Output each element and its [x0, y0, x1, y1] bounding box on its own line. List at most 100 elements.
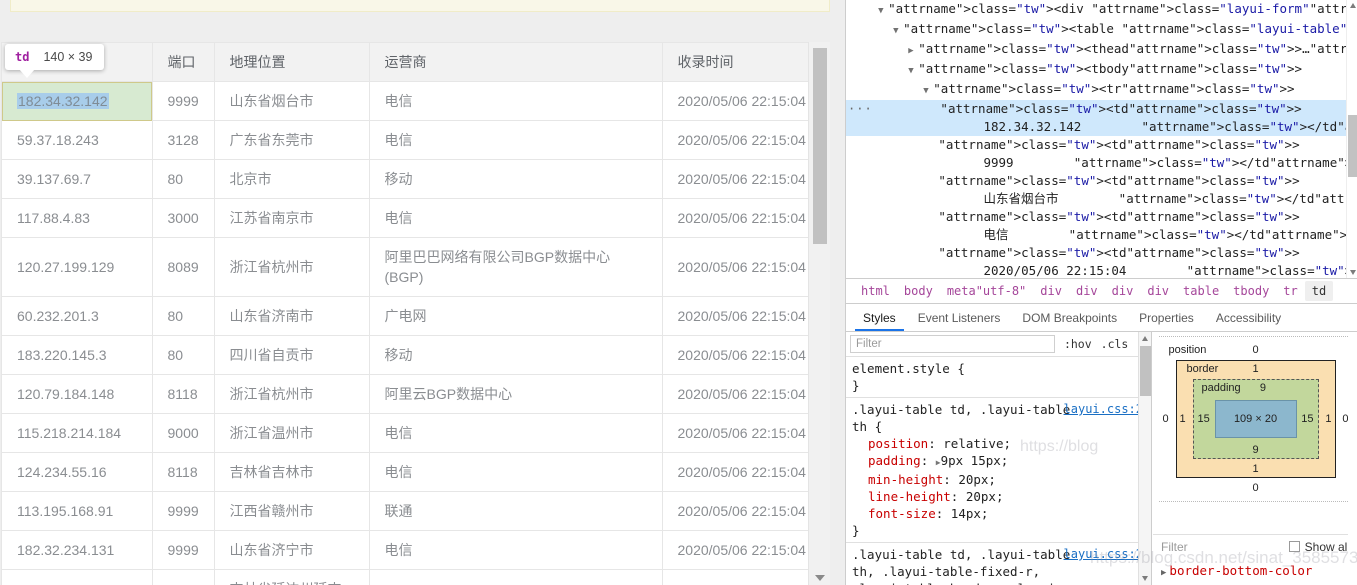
table-cell-time[interactable]: 2020/05/06 22:15:04 — [662, 237, 823, 297]
table-row[interactable]: 113.195.168.91 9999 江西省赣州市 联通 2020/05/06 22:… — [2, 491, 823, 531]
box-position-bottom[interactable]: 0 — [1252, 482, 1258, 494]
table-row[interactable]: 218.27.204.2408000吉林省延边州延吉市联通2020/05/06 … — [2, 569, 823, 585]
table-cell-ip[interactable]: 218.27.204.240 — [2, 569, 153, 585]
box-position-left[interactable]: 0 — [1163, 413, 1169, 425]
box-border-right[interactable]: 1 — [1325, 413, 1331, 425]
breadcrumb-item-9[interactable]: tr — [1276, 281, 1304, 301]
breadcrumb-item-1[interactable]: body — [897, 281, 940, 301]
table-cell-ip[interactable]: 124.234.55.16 — [2, 452, 153, 492]
css-declaration[interactable]: font-size: 14px; — [852, 505, 1151, 522]
chevron-down-icon[interactable]: ▼ — [923, 82, 933, 100]
dom-tree-line[interactable]: 182.34.32.142 "attrname">class="tw"></td… — [846, 118, 1357, 136]
table-cell-port[interactable]: 8089 — [152, 237, 215, 297]
table-cell-location[interactable]: 浙江省杭州市 — [214, 237, 370, 297]
table-cell-port[interactable]: 3128 — [152, 120, 215, 160]
dom-tree-line[interactable]: ▼ "attrname">class="tw"><table "attrname"… — [846, 20, 1357, 40]
tab-dom-breakpoints[interactable]: DOM Breakpoints — [1011, 305, 1128, 331]
box-padding-left[interactable]: 15 — [1198, 413, 1210, 425]
table-cell-port[interactable]: 8118 — [152, 374, 215, 414]
computed-property-row[interactable]: ▶ border-bottom-color — [1153, 559, 1357, 585]
show-all-checkbox[interactable] — [1288, 541, 1300, 552]
table-cell-isp[interactable]: 电信 — [369, 198, 663, 238]
table-cell-location[interactable]: 浙江省温州市 — [214, 413, 370, 453]
table-cell-location[interactable]: 吉林省延边州延吉市 — [214, 569, 370, 585]
css-property-value[interactable]: 20px; — [958, 472, 996, 487]
table-cell-ip[interactable]: 113.195.168.91 — [2, 491, 153, 531]
scroll-up-arrow-icon[interactable] — [1350, 3, 1356, 8]
chevron-down-icon[interactable]: ▼ — [878, 2, 888, 20]
box-model-content-layer[interactable]: 109 × 20 — [1214, 400, 1297, 438]
table-cell-port[interactable]: 8118 — [152, 452, 215, 492]
scrollbar-thumb[interactable] — [813, 48, 827, 244]
styles-filter-input[interactable]: Filter — [850, 335, 1055, 353]
table-cell-location[interactable]: 四川省自贡市 — [214, 335, 370, 375]
breadcrumb-item-5[interactable]: div — [1105, 281, 1141, 301]
css-property-name[interactable]: position — [868, 436, 928, 451]
table-row[interactable]: 120.79.184.148 8118 浙江省杭州市 阿里云BGP数据中心 2020/0… — [2, 374, 823, 414]
table-cell-isp[interactable]: 电信 — [369, 413, 663, 453]
table-cell-location[interactable]: 江苏省南京市 — [214, 198, 370, 238]
table-cell-isp[interactable]: 电信 — [369, 81, 663, 121]
sidebar-tab-bar[interactable]: Styles Event Listeners DOM Breakpoints Prop… — [846, 305, 1357, 332]
table-cell-isp[interactable]: 联通 — [369, 569, 663, 585]
css-property-name[interactable]: line-height — [868, 489, 951, 504]
table-cell-ip[interactable]: 59.37.18.243 — [2, 120, 153, 160]
dom-tree-line[interactable]: "attrname">class="tw"><td"attrname">clas… — [846, 208, 1357, 226]
dom-breadcrumb[interactable]: html body meta"utf-8" div div div div table tbod… — [846, 278, 1357, 304]
page-vertical-scrollbar[interactable] — [808, 42, 830, 585]
table-cell-time[interactable]: 2020/05/06 22:15:04 — [662, 452, 823, 492]
css-declaration[interactable]: position: relative; — [852, 435, 1151, 452]
dom-tree-line[interactable]: 山东省烟台市 "attrname">class="tw"></td"attrna… — [846, 190, 1357, 208]
css-source-link[interactable]: layui.css:2 — [1064, 546, 1143, 563]
table-row[interactable]: 182.34.32.142 9999 山东省烟台市 电信 2020/05/06 22:1… — [2, 81, 823, 121]
breadcrumb-item-7[interactable]: table — [1176, 281, 1226, 301]
table-cell-port[interactable]: 9999 — [152, 491, 215, 531]
table-cell-ip[interactable]: 120.27.199.129 — [2, 237, 153, 297]
table-row[interactable]: 39.137.69.7 80 北京市 移动 2020/05/06 22:15:04 — [2, 159, 823, 199]
table-cell-location[interactable]: 浙江省杭州市 — [214, 374, 370, 414]
table-row[interactable]: 182.32.234.131 9999 山东省济宁市 电信 2020/05/06 22:… — [2, 530, 823, 570]
box-border-bottom[interactable]: 1 — [1252, 463, 1258, 475]
table-cell-port[interactable]: 9999 — [152, 530, 215, 570]
css-property-name[interactable]: min-height — [868, 472, 943, 487]
breadcrumb-item-4[interactable]: div — [1069, 281, 1105, 301]
table-cell-location[interactable]: 吉林省吉林市 — [214, 452, 370, 492]
dom-tree-scrollbar[interactable] — [1346, 0, 1357, 278]
box-padding-bottom[interactable]: 9 — [1252, 444, 1258, 456]
tab-event-listeners[interactable]: Event Listeners — [907, 305, 1012, 331]
table-cell-location[interactable]: 北京市 — [214, 159, 370, 199]
table-cell-time[interactable]: 2020/05/06 22:15:04 — [662, 198, 823, 238]
breadcrumb-item-3[interactable]: div — [1033, 281, 1069, 301]
chevron-down-icon[interactable]: ▼ — [893, 22, 903, 40]
box-border-left[interactable]: 1 — [1180, 413, 1186, 425]
css-rule-block[interactable]: .layui-table td, .layui-table th {layui.… — [846, 398, 1151, 543]
scroll-down-arrow-icon[interactable] — [1350, 270, 1356, 275]
table-cell-time[interactable]: 2020/05/06 22:15:04 — [662, 81, 823, 121]
table-row[interactable]: 183.220.145.3 80 四川省自贡市 移动 2020/05/06 22:15:… — [2, 335, 823, 375]
collapsed-ellipsis-icon[interactable]: ··· — [848, 100, 873, 118]
css-selector[interactable]: element.style { — [852, 360, 1151, 377]
table-cell-time[interactable]: 2020/05/06 22:15:04 — [662, 569, 823, 585]
table-cell-location[interactable]: 山东省济宁市 — [214, 530, 370, 570]
table-cell-port[interactable]: 3000 — [152, 198, 215, 238]
table-cell-port[interactable]: 80 — [152, 296, 215, 336]
css-source-link[interactable]: layui.css:2 — [1064, 401, 1143, 418]
styles-pane-scrollbar[interactable] — [1138, 332, 1151, 585]
table-cell-port[interactable]: 8000 — [152, 569, 215, 585]
table-row[interactable]: 115.218.214.184 9000 浙江省温州市 电信 2020/05/06 22… — [2, 413, 823, 453]
table-cell-isp[interactable]: 阿里巴巴网络有限公司BGP数据中心(BGP) — [369, 237, 663, 297]
dom-tree-line[interactable]: 9999 "attrname">class="tw"></td"attrname… — [846, 154, 1357, 172]
dom-tree-line[interactable]: ··· "attrname">class="tw"><td"attrname">… — [846, 100, 1357, 118]
breadcrumb-item-0[interactable]: html — [854, 281, 897, 301]
breadcrumb-item-10[interactable]: td — [1304, 281, 1334, 301]
scroll-up-arrow-icon[interactable] — [1142, 336, 1148, 341]
breadcrumb-item-6[interactable]: div — [1140, 281, 1176, 301]
table-cell-time[interactable]: 2020/05/06 22:15:04 — [662, 159, 823, 199]
table-cell-isp[interactable]: 移动 — [369, 159, 663, 199]
table-cell-time[interactable]: 2020/05/06 22:15:04 — [662, 491, 823, 531]
computed-styles-toolbar[interactable]: Filter Show all — [1153, 534, 1357, 558]
table-cell-ip[interactable]: 117.88.4.83 — [2, 198, 153, 238]
table-cell-time[interactable]: 2020/05/06 22:15:04 — [662, 413, 823, 453]
table-cell-ip[interactable]: 183.220.145.3 — [2, 335, 153, 375]
table-cell-port[interactable]: 80 — [152, 335, 215, 375]
